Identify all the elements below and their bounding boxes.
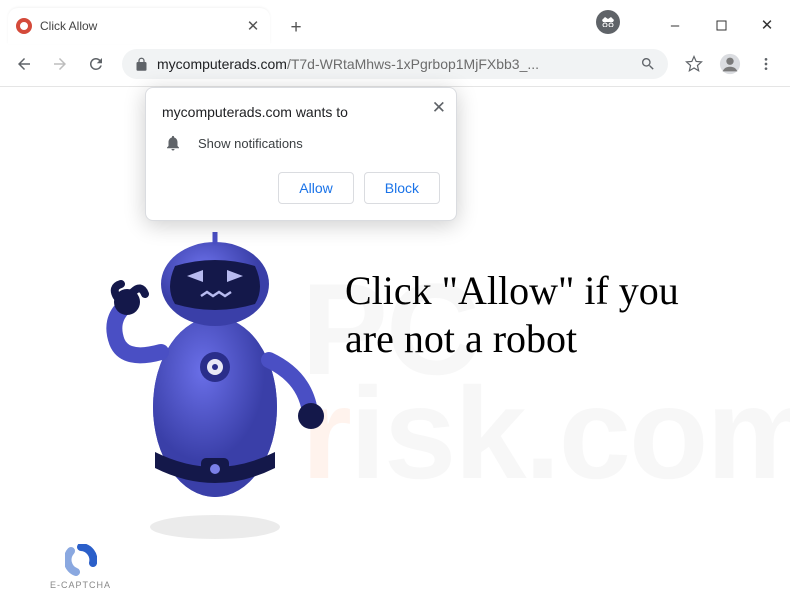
url-text: mycomputerads.com/T7d-WRtaMhws-1xPgrbop1… xyxy=(157,56,632,72)
bookmark-button[interactable] xyxy=(678,48,710,80)
record-icon xyxy=(16,18,32,34)
page-headline: Click "Allow" if you are not a robot xyxy=(345,267,715,363)
maximize-button[interactable] xyxy=(698,8,744,42)
bell-icon xyxy=(164,134,182,152)
captcha-label: E-CAPTCHA xyxy=(50,580,111,590)
minimize-button[interactable]: – xyxy=(652,8,698,42)
new-tab-button[interactable]: + xyxy=(282,14,310,42)
search-icon[interactable] xyxy=(640,56,656,72)
menu-button[interactable] xyxy=(750,48,782,80)
block-button[interactable]: Block xyxy=(364,172,440,204)
dialog-close-icon[interactable]: ✕ xyxy=(432,98,446,118)
captcha-logo: E-CAPTCHA xyxy=(50,544,111,590)
allow-button[interactable]: Allow xyxy=(278,172,353,204)
browser-tab[interactable]: Click Allow ✕ xyxy=(8,8,270,44)
browser-toolbar: mycomputerads.com/T7d-WRtaMhws-1xPgrbop1… xyxy=(0,42,790,87)
permission-label: Show notifications xyxy=(198,136,303,151)
profile-button[interactable] xyxy=(714,48,746,80)
lock-icon xyxy=(134,57,149,72)
reload-button[interactable] xyxy=(80,48,112,80)
window-titlebar: Click Allow ✕ + – ✕ xyxy=(0,0,790,42)
address-bar[interactable]: mycomputerads.com/T7d-WRtaMhws-1xPgrbop1… xyxy=(122,49,668,79)
captcha-icon xyxy=(65,544,97,576)
window-controls: – ✕ xyxy=(652,8,790,42)
tab-title: Click Allow xyxy=(40,19,236,33)
back-button[interactable] xyxy=(8,48,40,80)
permission-row: Show notifications xyxy=(162,134,440,152)
dialog-title: mycomputerads.com wants to xyxy=(162,104,440,120)
window-close-button[interactable]: ✕ xyxy=(744,8,790,42)
tab-close-icon[interactable]: ✕ xyxy=(244,17,262,35)
notification-permission-dialog: ✕ mycomputerads.com wants to Show notifi… xyxy=(145,87,457,221)
incognito-icon xyxy=(596,10,620,34)
robot-illustration xyxy=(105,232,335,552)
forward-button[interactable] xyxy=(44,48,76,80)
